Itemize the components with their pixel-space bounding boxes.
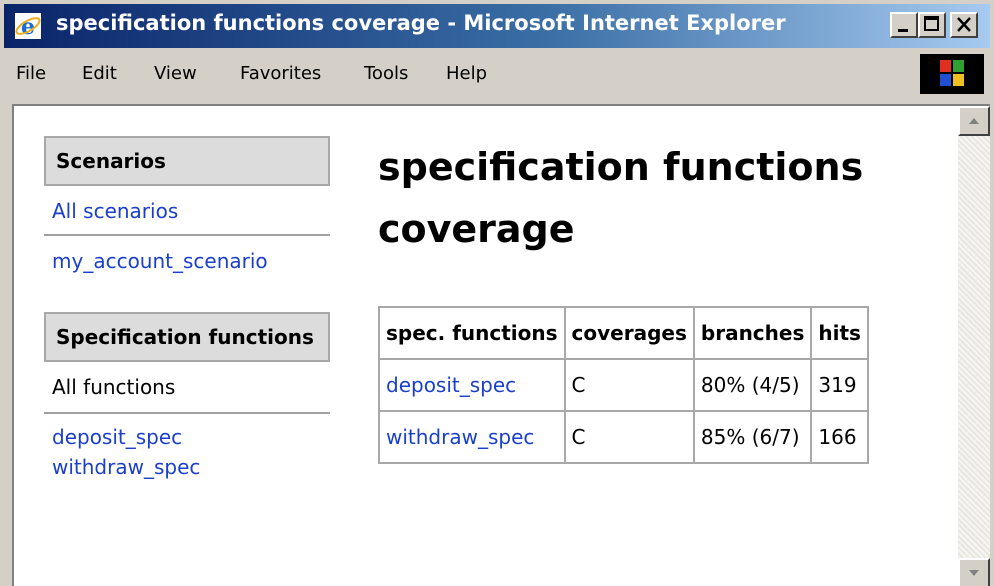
- arrow-down-icon: [969, 570, 979, 576]
- scroll-up-button[interactable]: [958, 106, 990, 136]
- windows-logo-icon: [920, 54, 984, 94]
- hits-cell: 166: [810, 410, 869, 464]
- menu-edit[interactable]: Edit: [82, 63, 117, 84]
- function-link[interactable]: deposit_spec: [386, 373, 516, 397]
- column-header: spec. functions: [378, 306, 566, 360]
- table-row: withdraw_spec C 85% (6/7) 166: [378, 410, 869, 464]
- menu-favorites[interactable]: Favorites: [240, 63, 321, 84]
- vertical-scrollbar[interactable]: [958, 106, 990, 586]
- hits-cell: 319: [810, 358, 869, 412]
- function-cell: withdraw_spec: [378, 410, 566, 464]
- menu-bar: File Edit View Favorites Tools Help: [4, 52, 990, 96]
- function-cell: deposit_spec: [378, 358, 566, 412]
- coverage-cell: C: [563, 358, 695, 412]
- minimize-icon: [898, 29, 908, 32]
- minimize-button[interactable]: [890, 12, 918, 38]
- function-link[interactable]: withdraw_spec: [386, 425, 534, 449]
- main-content: specification functions coverage spec. f…: [378, 136, 958, 464]
- internet-explorer-icon: e: [15, 13, 41, 40]
- menu-file[interactable]: File: [16, 63, 46, 84]
- maximize-button[interactable]: [918, 12, 946, 38]
- scenarios-heading: Scenarios: [44, 136, 330, 186]
- table-header-row: spec. functions coverages branches hits: [378, 306, 869, 360]
- column-header: coverages: [563, 306, 695, 360]
- menu-tools[interactable]: Tools: [364, 63, 408, 84]
- function-link-deposit[interactable]: deposit_spec: [44, 422, 330, 452]
- title-bar: e specification functions coverage - Mic…: [4, 4, 990, 48]
- page-viewport: Scenarios All scenarios my_account_scena…: [12, 104, 990, 586]
- branches-cell: 80% (4/5): [692, 358, 813, 412]
- browser-window: e specification functions coverage - Mic…: [0, 0, 994, 586]
- table-row: deposit_spec C 80% (4/5) 319: [378, 358, 869, 412]
- page-title: specification functions coverage: [378, 145, 864, 251]
- close-button[interactable]: [950, 12, 978, 38]
- arrow-up-icon: [969, 118, 979, 124]
- menu-help[interactable]: Help: [446, 63, 487, 84]
- column-header: hits: [810, 306, 869, 360]
- coverage-table: spec. functions coverages branches hits …: [378, 306, 869, 464]
- maximize-icon: [924, 16, 939, 31]
- coverage-cell: C: [563, 410, 695, 464]
- branches-cell: 85% (6/7): [692, 410, 813, 464]
- functions-heading: Specification functions: [44, 312, 330, 362]
- all-scenarios-link[interactable]: All scenarios: [44, 196, 330, 226]
- menu-view[interactable]: View: [154, 63, 197, 84]
- window-controls: [890, 12, 982, 40]
- all-functions-label: All functions: [52, 375, 176, 399]
- function-link-withdraw[interactable]: withdraw_spec: [44, 452, 330, 482]
- sidebar: Scenarios All scenarios my_account_scena…: [44, 136, 330, 482]
- close-icon: [957, 17, 971, 32]
- scenario-link[interactable]: my_account_scenario: [44, 246, 330, 276]
- column-header: branches: [692, 306, 813, 360]
- window-title: specification functions coverage - Micro…: [56, 11, 786, 35]
- scroll-down-button[interactable]: [958, 558, 990, 586]
